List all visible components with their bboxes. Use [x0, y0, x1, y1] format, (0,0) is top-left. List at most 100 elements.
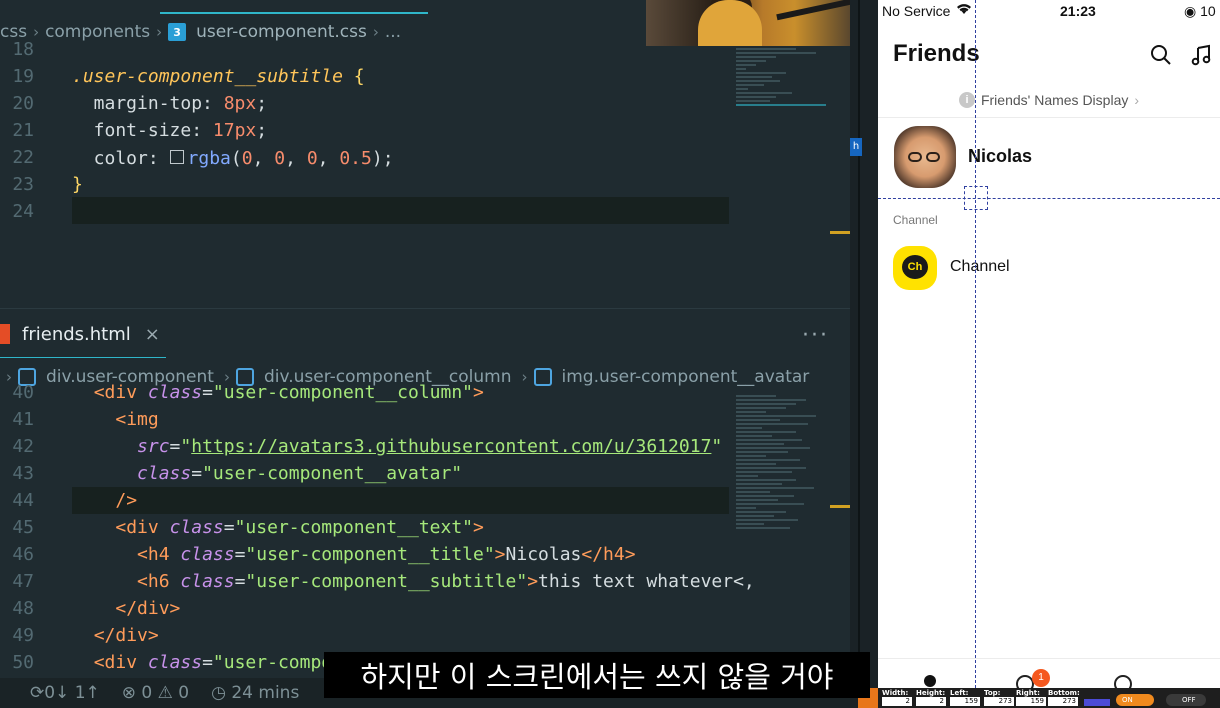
code-token: <h4 — [137, 544, 170, 565]
measure-toolbar: Width: 2 Height: 2 Left: 159 Top: 273 Right:… — [858, 688, 1220, 708]
webcam-overlay — [646, 0, 858, 46]
line-number: 19 — [12, 66, 34, 87]
code-token: <div — [93, 382, 138, 403]
code-line[interactable]: 46 <h4 class="user-component__title">Nic… — [0, 541, 755, 568]
close-icon[interactable]: × — [145, 324, 160, 345]
code-token: </div> — [115, 598, 181, 619]
line-number: 20 — [12, 93, 34, 114]
ios-status-bar: No Service 21:23 ◉ 10 — [878, 0, 1220, 22]
code-line[interactable]: 49 </div> — [0, 622, 755, 649]
search-icon[interactable] — [1150, 44, 1172, 66]
code-text: <h4 class="user-component__title">Nicola… — [34, 541, 636, 568]
code-token: class — [147, 652, 203, 673]
code-line[interactable]: 22 color: rgba(0, 0, 0, 0.5); — [0, 144, 393, 171]
names-display-notice[interactable]: i Friends' Names Display › — [878, 82, 1220, 118]
friends-tab-icon[interactable] — [924, 675, 936, 687]
code-line[interactable]: 24 — [0, 198, 394, 225]
left-field[interactable]: Left: 159 — [950, 689, 980, 706]
scroll-position-marker — [830, 231, 850, 234]
active-tab-indicator — [160, 12, 428, 14]
code-token: "user-component__subtitle" — [245, 571, 528, 592]
code-token: > — [527, 571, 539, 592]
channel-name: Channel — [950, 258, 1010, 275]
code-line[interactable]: 41 <img — [0, 406, 755, 433]
right-field[interactable]: Right: 159 — [1016, 689, 1046, 706]
sync-status[interactable]: ⟳0↓ 1↑ — [30, 683, 100, 703]
code-token: "user-component__title" — [245, 544, 495, 565]
page-title: Friends — [893, 40, 980, 67]
code-line[interactable]: 48 </div> — [0, 595, 755, 622]
code-token: "user-component__avatar" — [202, 463, 463, 484]
code-token: = — [202, 382, 213, 403]
user-name: Nicolas — [968, 146, 1033, 166]
chat-badge: 1 — [1032, 669, 1050, 687]
code-token: ; — [256, 120, 268, 141]
code-line[interactable]: 18 — [0, 36, 394, 63]
line-number: 48 — [12, 598, 34, 619]
code-token: " — [711, 436, 723, 457]
code-token: = — [169, 436, 181, 457]
minimap-html[interactable] — [736, 393, 832, 531]
code-line[interactable]: 47 <h6 class="user-component__subtitle">… — [0, 568, 754, 595]
battery-indicator: ◉ 10 — [1184, 3, 1216, 19]
line-number: 46 — [12, 544, 34, 565]
code-line[interactable]: 40 <div class="user-component__column"> — [0, 379, 755, 406]
line-number: 42 — [12, 436, 34, 457]
guide-color-swatch[interactable] — [1084, 699, 1110, 706]
height-field[interactable]: Height: 2 — [916, 689, 946, 706]
code-text: <div class="user-component__column"> — [34, 379, 484, 406]
session-timer[interactable]: ◷ 24 mins — [211, 683, 299, 703]
channel-logo-icon: Ch — [893, 246, 937, 290]
css-code-lines[interactable]: 18 19 .user-component__subtitle {20 margin… — [0, 36, 394, 225]
code-token: = — [191, 463, 203, 484]
top-field[interactable]: Top: 273 — [984, 689, 1014, 706]
measure-target-box — [964, 186, 988, 210]
code-text: font-size: 17px; — [34, 117, 267, 144]
more-actions-icon[interactable]: ··· — [802, 323, 829, 348]
notice-text: Friends' Names Display — [980, 91, 1129, 108]
code-line[interactable]: 42 src="https://avatars3.githubuserconte… — [0, 433, 755, 460]
code-line[interactable]: 44 /> — [0, 487, 755, 514]
bottom-field[interactable]: Bottom: 273 — [1048, 689, 1080, 706]
html-code-lines[interactable]: 40 <div class="user-component__column"> 4… — [0, 379, 755, 676]
minimap-css[interactable] — [736, 46, 832, 108]
code-token: rgba — [187, 148, 231, 169]
code-text: <div class="user-component__text"> — [34, 514, 484, 541]
tab-friends-html[interactable]: friends.html × — [0, 319, 160, 349]
toggle-off[interactable]: OFF — [1166, 694, 1206, 706]
code-token: class — [137, 463, 192, 484]
code-token: <div — [93, 652, 138, 673]
code-line[interactable]: 43 class="user-component__avatar" — [0, 460, 755, 487]
line-number: 23 — [12, 174, 34, 195]
html-editor-pane[interactable]: friends.html × ··· › div.user-component › d… — [0, 308, 858, 678]
toggle-on[interactable]: ON — [1116, 694, 1154, 706]
code-text: src="https://avatars3.githubusercontent.… — [34, 433, 722, 460]
code-line[interactable]: 45 <div class="user-component__text"> — [0, 514, 755, 541]
code-token: 8px — [223, 93, 257, 114]
code-line[interactable]: 19 .user-component__subtitle { — [0, 63, 394, 90]
width-field[interactable]: Width: 2 — [882, 689, 912, 706]
music-note-icon[interactable] — [1190, 44, 1212, 66]
code-line[interactable]: 21 font-size: 17px; — [0, 117, 394, 144]
code-line[interactable]: 20 margin-top: 8px; — [0, 90, 394, 117]
line-number: 47 — [12, 571, 34, 592]
code-text: } — [34, 171, 83, 198]
color-swatch-icon[interactable] — [169, 150, 184, 164]
code-token: } — [72, 174, 83, 195]
code-token: 0 — [241, 148, 253, 169]
window-divider[interactable]: h — [850, 0, 878, 708]
user-component[interactable]: Nicolas — [878, 124, 1220, 192]
problems-count[interactable]: ⊗ 0 ⚠ 0 — [122, 683, 189, 703]
screen-header: Friends — [878, 36, 1220, 76]
code-token: class — [180, 571, 235, 592]
code-line[interactable]: 23} — [0, 171, 394, 198]
channel-item[interactable]: Ch Channel — [878, 244, 1220, 292]
line-number: 43 — [12, 463, 34, 484]
code-token: = — [234, 571, 246, 592]
